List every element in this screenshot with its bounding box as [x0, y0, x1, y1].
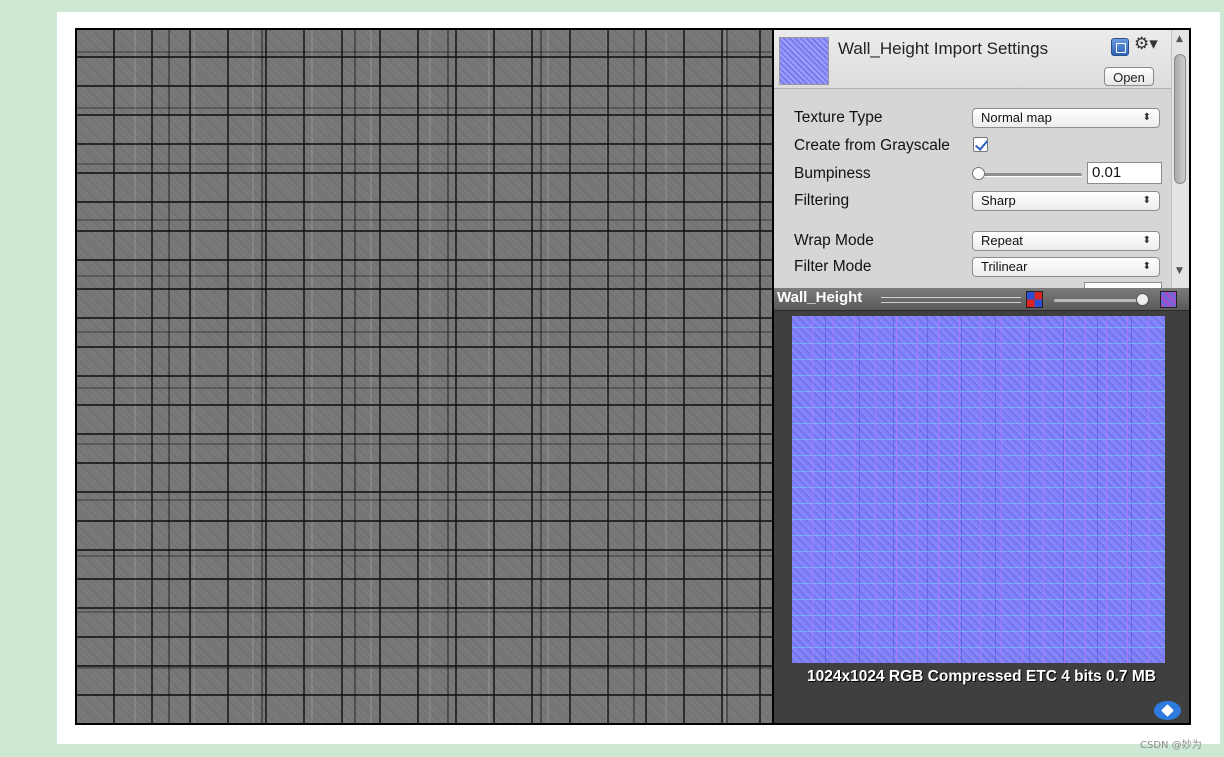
watermark: CSDN @妙为 — [1140, 740, 1202, 751]
grayscale-checkbox[interactable] — [973, 137, 988, 152]
bumpiness-slider-thumb[interactable] — [972, 167, 985, 180]
gear-icon[interactable]: ⚙▾ — [1134, 36, 1158, 53]
mip-level-slider-thumb[interactable] — [1136, 293, 1149, 306]
filtering-label: Filtering — [794, 192, 850, 209]
bumpiness-label: Bumpiness — [794, 165, 871, 182]
inspector-panel: Wall_Height Import Settings ⚙▾ Open Text… — [774, 30, 1189, 288]
preview-drag-handle[interactable] — [881, 297, 1021, 303]
grayscale-label: Create from Grayscale — [794, 137, 950, 154]
scroll-down-icon[interactable]: ▼ — [1176, 266, 1183, 276]
texture-thumbnail — [779, 37, 829, 85]
height-map-shading — [77, 30, 772, 723]
help-icon[interactable] — [1111, 38, 1129, 56]
bumpiness-slider[interactable] — [978, 173, 1082, 177]
filtering-dropdown[interactable]: Sharp ⬍ — [972, 191, 1160, 211]
scrollbar-thumb[interactable] — [1174, 54, 1186, 184]
texture-editor-frame: Wall_Height Import Settings ⚙▾ Open Text… — [75, 28, 1191, 725]
wrap-mode-dropdown[interactable]: Repeat ⬍ — [972, 231, 1160, 251]
bumpiness-field[interactable]: 0.01 — [1087, 162, 1162, 184]
texture-type-label: Texture Type — [794, 109, 883, 126]
inspector-header: Wall_Height Import Settings ⚙▾ Open — [774, 30, 1171, 89]
inspector-title: Wall_Height Import Settings — [838, 39, 1049, 58]
popup-arrows-icon: ⬍ — [1142, 261, 1151, 272]
height-map-preview — [77, 30, 772, 723]
preview-title: Wall_Height — [777, 289, 863, 306]
filter-mode-value: Trilinear — [981, 259, 1028, 274]
texture-type-dropdown[interactable]: Normal map ⬍ — [972, 108, 1160, 128]
wrap-mode-label: Wrap Mode — [794, 232, 874, 249]
popup-arrows-icon: ⬍ — [1142, 195, 1151, 206]
texture-type-value: Normal map — [981, 110, 1052, 125]
wrap-mode-value: Repeat — [981, 233, 1023, 248]
filtering-value: Sharp — [981, 193, 1016, 208]
scroll-up-icon[interactable]: ▲ — [1176, 34, 1183, 44]
mip-level-slider[interactable] — [1054, 299, 1144, 302]
asset-label-icon[interactable] — [1154, 701, 1181, 720]
filter-mode-label: Filter Mode — [794, 258, 872, 275]
popup-arrows-icon: ⬍ — [1142, 235, 1151, 246]
inspector-scrollbar[interactable]: ▲ ▼ — [1171, 30, 1189, 288]
preview-panel: Wall_Height 1024x1024 RGB Compressed ETC… — [774, 288, 1189, 723]
texture-info: 1024x1024 RGB Compressed ETC 4 bits 0.7 … — [807, 668, 1156, 685]
popup-arrows-icon: ⬍ — [1142, 112, 1151, 123]
rgb-channel-icon[interactable] — [1026, 291, 1043, 308]
normal-map-preview — [792, 316, 1165, 663]
open-button[interactable]: Open — [1104, 67, 1154, 86]
alpha-channel-icon[interactable] — [1160, 291, 1177, 308]
preview-toolbar: Wall_Height — [774, 288, 1189, 311]
filter-mode-dropdown[interactable]: Trilinear ⬍ — [972, 257, 1160, 277]
